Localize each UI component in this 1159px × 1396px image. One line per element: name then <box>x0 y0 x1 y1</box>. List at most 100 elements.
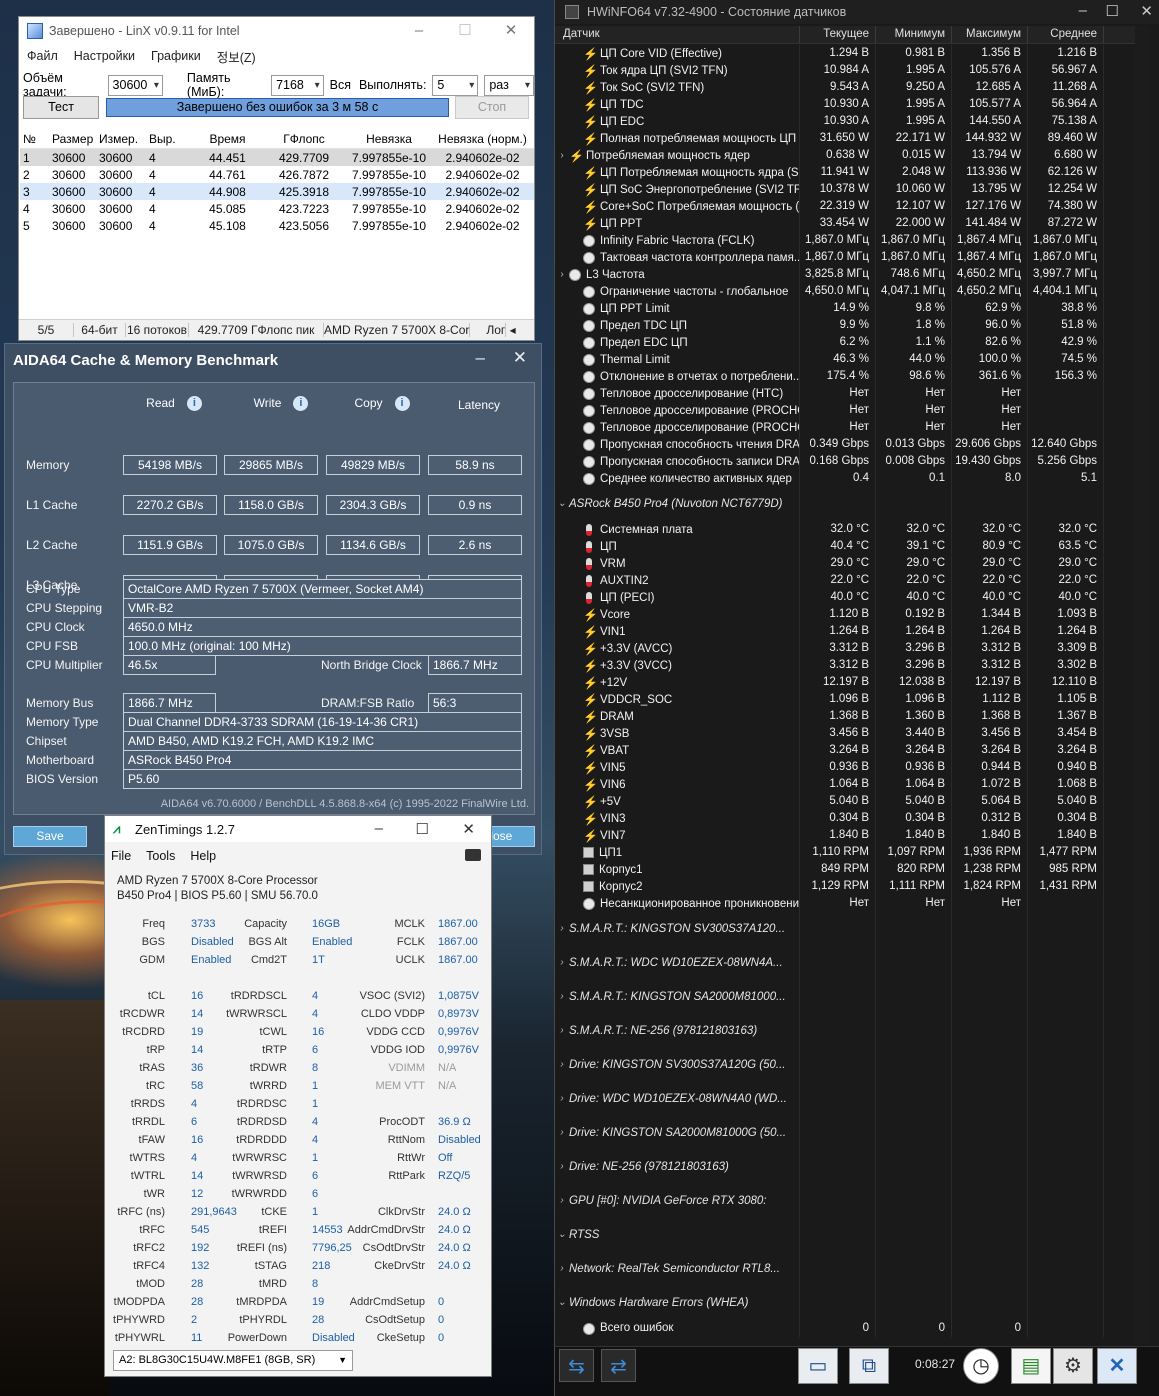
problem-size-select[interactable]: 30600 ▾ <box>107 74 163 96</box>
collapse-arrows-icon[interactable]: ⇄ <box>601 1349 636 1382</box>
sensor-group[interactable]: › S.M.A.R.T.: KINGSTON SV300S37A120... <box>555 912 1135 946</box>
sensor-row[interactable]: Ограничение частоты - глобальное 4,650.0 … <box>555 283 1135 300</box>
info-icon[interactable]: i <box>394 396 410 412</box>
table-row[interactable]: 4 30600 30600 4 45.085 423.7223 7.997855e-10 2.… <box>20 200 534 217</box>
sensor-row[interactable]: Предел EDC ЦП 6.2 % 1.1 % 82.6 % 42.9 % <box>555 334 1135 351</box>
table-row[interactable]: 5 30600 30600 4 45.108 423.5056 7.997855e-10 2.… <box>20 217 534 234</box>
sensor-row[interactable]: ⚡ Ток ядра ЦП (SVI2 TFN) 10.984 A 1.995 A 10… <box>555 62 1135 79</box>
chevron-right-icon[interactable]: › <box>555 1014 569 1048</box>
menu-graphs[interactable]: Графики <box>151 49 201 63</box>
sensor-group[interactable]: ⌄ Windows Hardware Errors (WHEA) <box>555 1286 1135 1320</box>
sensor-row[interactable]: Тепловое дросселирование (HTC) Нет Нет Нет <box>555 385 1135 402</box>
sensor-group[interactable]: › Network: RealTek Semiconductor RTL8... <box>555 1252 1135 1286</box>
minimize-icon[interactable]: – <box>396 17 442 45</box>
sensor-row[interactable]: Корпус1 849 RPM 820 RPM 1,238 RPM 985 RPM <box>555 861 1135 878</box>
sensor-row[interactable]: ⚡ VIN3 0.304 В 0.304 В 0.312 В 0.304 В <box>555 810 1135 827</box>
sensor-row[interactable]: ⚡ VBAT 3.264 В 3.264 В 3.264 В 3.264 В <box>555 742 1135 759</box>
sensor-row[interactable]: ⚡ +3.3V (AVCC) 3.312 В 3.296 В 3.312 В 3.309 … <box>555 640 1135 657</box>
sensor-row[interactable]: Пропускная способность чтения DRAM 0.349 … <box>555 436 1135 453</box>
col-header[interactable]: Невязка <box>344 132 431 146</box>
sensor-group[interactable]: › Drive: WDC WD10EZEX-08WN4A0 (WD... <box>555 1082 1135 1116</box>
col-min[interactable]: Минимум <box>876 26 952 43</box>
sensor-row[interactable]: ⚡ +12V 12.197 В 12.038 В 12.197 В 12.110 В <box>555 674 1135 691</box>
sensor-row[interactable]: ⚡ ЦП PPT 33.454 W 22.000 W 141.484 W 87.272 W <box>555 215 1135 232</box>
sensor-row[interactable]: Тактовая частота контроллера памя... 1,86… <box>555 249 1135 266</box>
stop-button[interactable]: Стоп <box>455 96 529 119</box>
all-memory-label[interactable]: Вся <box>330 78 351 92</box>
memory-select[interactable]: 7168 ▾ <box>271 74 324 96</box>
col-avg[interactable]: Среднее <box>1028 26 1104 43</box>
sensor-row[interactable]: Пропускная способность записи DRAM 0.168 … <box>555 453 1135 470</box>
sensor-row[interactable]: › ⚡ Потребляемая мощность ядер 0.638 W 0.015… <box>555 147 1135 164</box>
sensor-row[interactable]: Предел TDC ЦП 9.9 % 1.8 % 96.0 % 51.8 % <box>555 317 1135 334</box>
sensor-row[interactable]: ⚡ Полная потребляемая мощность ЦП 31.650 W… <box>555 130 1135 147</box>
menu-file[interactable]: File <box>111 849 131 863</box>
monitor-icon[interactable]: ▭ <box>798 1348 838 1384</box>
sensor-row[interactable]: ⚡ ЦП TDC 10.930 A 1.995 A 105.577 A 56.964 A <box>555 96 1135 113</box>
chevron-down-icon[interactable]: ⌄ <box>555 1218 569 1252</box>
dimm-select[interactable]: A2: BL8G30C15U4W.M8FE1 (8GB, SR) ▼ <box>113 1350 353 1371</box>
col-header[interactable]: Время <box>191 132 261 146</box>
sensor-row[interactable]: ⚡ +3.3V (3VCC) 3.312 В 3.296 В 3.312 В 3.302 … <box>555 657 1135 674</box>
menu-info[interactable]: 정보(Z) <box>217 47 256 66</box>
chevron-right-icon[interactable]: › <box>555 946 569 980</box>
maximize-icon[interactable]: ☐ <box>416 820 429 838</box>
chevron-right-icon[interactable]: › <box>555 980 569 1014</box>
sensor-row[interactable]: ⚡ ЦП SoC Энергопотребление (SVI2 TFN) 10.3… <box>555 181 1135 198</box>
table-row[interactable]: 2 30600 30600 4 44.761 426.7872 7.997855e-10 2.… <box>20 166 534 183</box>
minimize-icon[interactable]: – <box>1079 2 1087 19</box>
sensor-row[interactable]: ⚡ Ток SoC (SVI2 TFN) 9.543 A 9.250 A 12.685 … <box>555 79 1135 96</box>
runs-select[interactable]: 5 ▾ <box>432 74 479 96</box>
sensor-row[interactable]: Тепловое дросселирование (PROCHO... Нет Не… <box>555 402 1135 419</box>
sensor-group[interactable]: ⌄ RTSS <box>555 1218 1135 1252</box>
col-current[interactable]: Текущее <box>800 26 876 43</box>
menu-help[interactable]: Help <box>190 849 216 863</box>
sensor-group[interactable]: › S.M.A.R.T.: KINGSTON SA2000M81000... <box>555 980 1135 1014</box>
sensor-group[interactable]: › Drive: KINGSTON SA2000M81000G (50... <box>555 1116 1135 1150</box>
sensor-group[interactable]: › S.M.A.R.T.: NE-256 (978121803163) <box>555 1014 1135 1048</box>
col-header[interactable]: Выр. <box>146 132 191 146</box>
sensor-row[interactable]: Тепловое дросселирование (PROCHO... Нет Не… <box>555 419 1135 436</box>
sensor-row[interactable]: ⚡ VIN1 1.264 В 1.264 В 1.264 В 1.264 В <box>555 623 1135 640</box>
status-log[interactable]: Лог ◂ <box>470 323 532 337</box>
col-header[interactable]: Измер. <box>96 132 146 146</box>
sensor-row[interactable]: ЦП (PECI) 40.0 °C 40.0 °C 40.0 °C 40.0 °C <box>555 589 1135 606</box>
menu-settings[interactable]: Настройки <box>74 49 135 63</box>
chevron-right-icon[interactable]: › <box>555 150 569 161</box>
close-icon[interactable]: ✕ <box>513 348 527 368</box>
sensor-group[interactable]: › S.M.A.R.T.: WDC WD10EZEX-08WN4A... <box>555 946 1135 980</box>
sensor-row[interactable]: ⚡ ЦП Core VID (Effective) 1.294 В 0.981 В 1.… <box>555 45 1135 62</box>
chevron-right-icon[interactable]: › <box>555 1184 569 1218</box>
clock-icon[interactable]: ◷ <box>963 1348 999 1384</box>
sensor-group[interactable]: › Drive: NE-256 (978121803163) <box>555 1150 1135 1184</box>
sensor-row[interactable]: ⚡ +5V 5.040 В 5.040 В 5.064 В 5.040 В <box>555 793 1135 810</box>
chevron-right-icon[interactable]: › <box>555 1082 569 1116</box>
close-icon[interactable]: ✕ <box>1140 2 1153 20</box>
sensor-group[interactable]: › Drive: KINGSTON SV300S37A120G (50... <box>555 1048 1135 1082</box>
info-icon[interactable]: i <box>293 396 309 412</box>
sensor-row[interactable]: Среднее количество активных ядер 0.4 0.1 8.… <box>555 470 1135 487</box>
sensor-row[interactable]: ЦП1 1,110 RPM 1,097 RPM 1,936 RPM 1,477 RPM <box>555 844 1135 861</box>
expand-arrows-icon[interactable]: ⇆ <box>559 1349 594 1382</box>
sensor-row[interactable]: ⚡ VDDCR_SOC 1.096 В 1.096 В 1.112 В 1.105 В <box>555 691 1135 708</box>
sensor-row[interactable]: ⚡ ЦП Потребляемая мощность ядра (S... 11.9… <box>555 164 1135 181</box>
sensor-row[interactable]: ⚡ Vcore 1.120 В 0.192 В 1.344 В 1.093 В <box>555 606 1135 623</box>
col-sensor[interactable]: Датчик <box>555 26 800 43</box>
info-icon[interactable]: i <box>186 396 202 412</box>
chevron-right-icon[interactable]: › <box>555 912 569 946</box>
close-icon[interactable]: ✕ <box>462 820 475 838</box>
col-header[interactable]: Невязка (норм.) <box>431 132 531 146</box>
minimize-icon[interactable]: – <box>375 820 383 837</box>
close-icon[interactable]: ✕ <box>488 17 534 45</box>
chevron-right-icon[interactable]: › <box>555 1048 569 1082</box>
sensor-row[interactable]: Всего ошибок 0 0 0 <box>555 1320 1135 1337</box>
col-max[interactable]: Максимум <box>952 26 1028 43</box>
test-button[interactable]: Тест <box>23 96 99 119</box>
sensor-row[interactable]: ЦП PPT Limit 14.9 % 9.8 % 62.9 % 38.8 % <box>555 300 1135 317</box>
sensor-row[interactable]: Корпус2 1,129 RPM 1,111 RPM 1,824 RPM 1,431 … <box>555 878 1135 895</box>
network-icon[interactable]: ⧉ <box>849 1348 889 1384</box>
sensor-row[interactable]: ⚡ VIN7 1.840 В 1.840 В 1.840 В 1.840 В <box>555 827 1135 844</box>
maximize-icon[interactable]: ☐ <box>1106 2 1119 20</box>
log-file-icon[interactable]: ▤ <box>1011 1348 1051 1384</box>
sensor-row[interactable]: Thermal Limit 46.3 % 44.0 % 100.0 % 74.5 % <box>555 351 1135 368</box>
